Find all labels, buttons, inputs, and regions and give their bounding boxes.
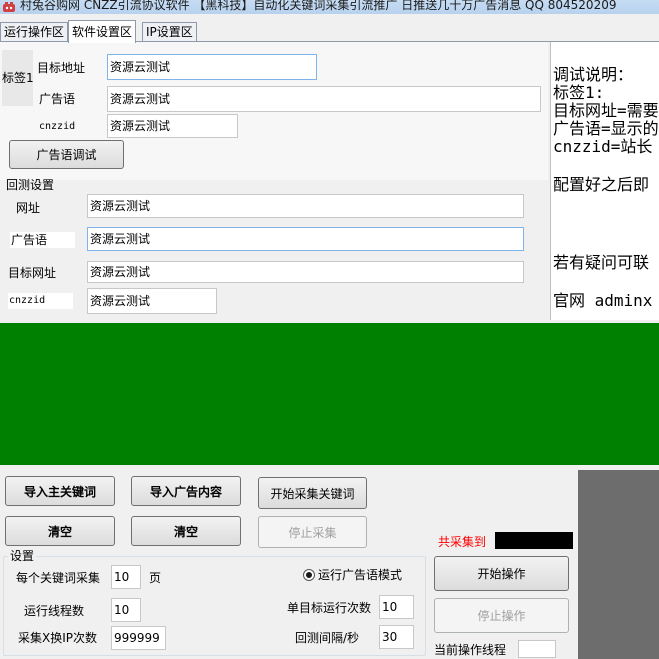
tag-settings-panel: 标签1 目标地址 资源云测试 广告语 资源云测试 cnzzid 资源云测试 广告… [0, 42, 548, 180]
huice-ad-input[interactable]: 资源云测试 [87, 227, 524, 251]
operations-area: 导入主关键词 导入广告内容 开始采集关键词 清空 清空 停止采集 设置 每个关键… [0, 465, 659, 659]
collected-count-display [495, 532, 573, 549]
start-collect-button[interactable]: 开始采集关键词 [258, 477, 367, 509]
target-address-label: 目标地址 [37, 61, 86, 75]
huice-title: 回测设置 [6, 178, 55, 192]
threads-label: 运行线程数 [24, 604, 85, 618]
help-line: 配置好之后即 [553, 175, 650, 194]
huice-interval-label: 回测间隔/秒 [295, 631, 360, 645]
huice-ad-label: 广告语 [10, 232, 75, 248]
per-keyword-label: 每个关键词采集 [16, 571, 101, 585]
help-line: 官网 adminx [553, 291, 653, 310]
tab-software-settings[interactable]: 软件设置区 [68, 20, 137, 43]
import-keywords-button[interactable]: 导入主关键词 [5, 476, 115, 506]
log-panel [0, 323, 659, 465]
ip-switch-input[interactable]: 999999 [111, 626, 166, 650]
huice-url-input[interactable]: 资源云测试 [87, 194, 524, 218]
huice-settings-panel: 回测设置 网址 资源云测试 广告语 资源云测试 目标网址 资源云测试 cnzzi… [0, 178, 548, 320]
collected-label: 共采集到 [438, 535, 487, 549]
cnzzid-input[interactable]: 资源云测试 [107, 114, 238, 138]
help-line: 广告语=显示的 [553, 119, 659, 138]
single-target-input[interactable]: 10 [379, 595, 414, 619]
tab-strip: 运行操作区 软件设置区 IP设置区 [0, 20, 659, 43]
tab-ip-settings[interactable]: IP设置区 [142, 22, 197, 41]
clear-ads-button[interactable]: 清空 [131, 516, 241, 546]
huice-url-label: 网址 [16, 201, 41, 215]
clear-keywords-button[interactable]: 清空 [5, 516, 115, 546]
side-preview-panel [578, 470, 659, 659]
help-line: cnzzid=站长 [553, 137, 653, 156]
current-thread-display [518, 640, 556, 658]
run-ad-mode-label: 运行广告语模式 [318, 568, 403, 582]
current-thread-label: 当前操作线程 [434, 643, 507, 657]
huice-cnzzid-input[interactable]: 资源云测试 [87, 288, 217, 314]
tab-run-operations[interactable]: 运行操作区 [0, 22, 69, 41]
ad-label: 广告语 [39, 92, 76, 106]
per-keyword-unit: 页 [149, 571, 162, 585]
help-text-panel: 调试说明： 标签1: 目标网址=需要 广告语=显示的 cnzzid=站长 配置好… [550, 42, 659, 320]
stop-operation-button[interactable]: 停止操作 [434, 598, 569, 633]
huice-target-url-input[interactable]: 资源云测试 [87, 261, 524, 283]
import-ads-button[interactable]: 导入广告内容 [131, 476, 241, 506]
ad-input[interactable]: 资源云测试 [107, 86, 541, 112]
single-target-label: 单目标运行次数 [287, 601, 372, 615]
cnzzid-label: cnzzid [39, 121, 76, 132]
stop-collect-button[interactable]: 停止采集 [258, 516, 367, 548]
run-ad-mode-radio[interactable] [303, 569, 315, 581]
tag-label: 标签1 [2, 50, 34, 106]
help-line: 目标网址=需要 [553, 101, 659, 120]
help-line: 若有疑问可联 [553, 253, 650, 272]
ip-switch-label: 采集X换IP次数 [18, 631, 97, 645]
settings-title: 设置 [8, 549, 37, 563]
help-line: 标签1: [553, 83, 605, 102]
per-keyword-input[interactable]: 10 [111, 565, 141, 589]
window-title: 村兔谷购网 CNZZ引流协议软件 【黑科技】自动化关键词采集引流推广 日推送几十… [20, 0, 617, 12]
start-operation-button[interactable]: 开始操作 [434, 556, 569, 591]
target-address-input[interactable]: 资源云测试 [107, 54, 317, 80]
huice-target-url-label: 目标网址 [8, 266, 57, 280]
help-line: 调试说明： [553, 65, 634, 84]
huice-cnzzid-label: cnzzid [8, 293, 73, 309]
huice-interval-input[interactable]: 30 [379, 625, 414, 649]
threads-input[interactable]: 10 [111, 598, 141, 622]
app-icon [3, 2, 15, 12]
title-bar: 村兔谷购网 CNZZ引流协议软件 【黑科技】自动化关键词采集引流推广 日推送几十… [0, 0, 659, 14]
ad-test-button[interactable]: 广告语调试 [9, 140, 124, 169]
